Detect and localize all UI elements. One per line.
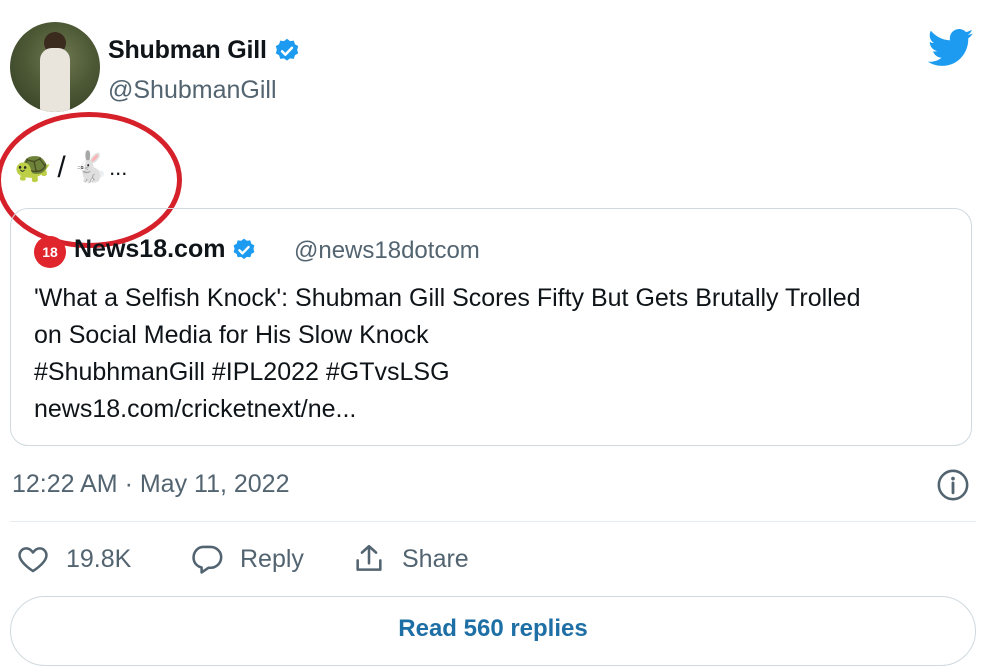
quoted-line: 'What a Selfish Knock': Shubman Gill Sco… [34, 284, 861, 312]
like-button[interactable]: 19.8K [16, 542, 131, 576]
avatar[interactable] [10, 22, 100, 112]
news18-logo: 18 [34, 236, 66, 268]
read-replies-button[interactable]: Read 560 replies [10, 596, 976, 666]
quoted-author-handle[interactable]: @news18dotcom [294, 237, 480, 265]
quoted-author-row[interactable]: News18.com [74, 235, 257, 264]
share-button[interactable]: Share [352, 542, 469, 576]
quoted-link[interactable]: news18.com/cricketnext/ne... [34, 391, 964, 428]
author-name[interactable]: Shubman Gill [108, 36, 267, 65]
heart-icon [18, 547, 48, 573]
share-icon [356, 544, 382, 571]
reply-bubble-icon [192, 545, 223, 574]
divider [10, 521, 976, 522]
read-replies-label: Read 560 replies [398, 615, 588, 642]
reply-button[interactable]: Reply [190, 542, 304, 576]
verified-badge-icon [275, 38, 298, 61]
reply-label: Reply [240, 544, 304, 573]
author-name-row[interactable]: Shubman Gill [108, 36, 301, 65]
twitter-bird-icon[interactable] [928, 28, 974, 68]
author-handle[interactable]: @ShubmanGill [108, 76, 277, 105]
verified-badge-icon [234, 238, 255, 259]
avatar-body [40, 48, 70, 112]
quoted-line: on Social Media for His Slow Knock [34, 321, 429, 349]
share-label: Share [402, 544, 469, 573]
tweet-timestamp[interactable]: 12:22 AM · May 11, 2022 [12, 470, 289, 499]
quoted-hashtags[interactable]: #ShubhmanGill #IPL2022 #GTvsLSG [34, 354, 964, 391]
like-count: 19.8K [66, 544, 132, 573]
info-icon[interactable] [936, 468, 970, 502]
quoted-author-name[interactable]: News18.com [74, 235, 225, 264]
quoted-tweet-body: 'What a Selfish Knock': Shubman Gill Sco… [34, 280, 964, 428]
